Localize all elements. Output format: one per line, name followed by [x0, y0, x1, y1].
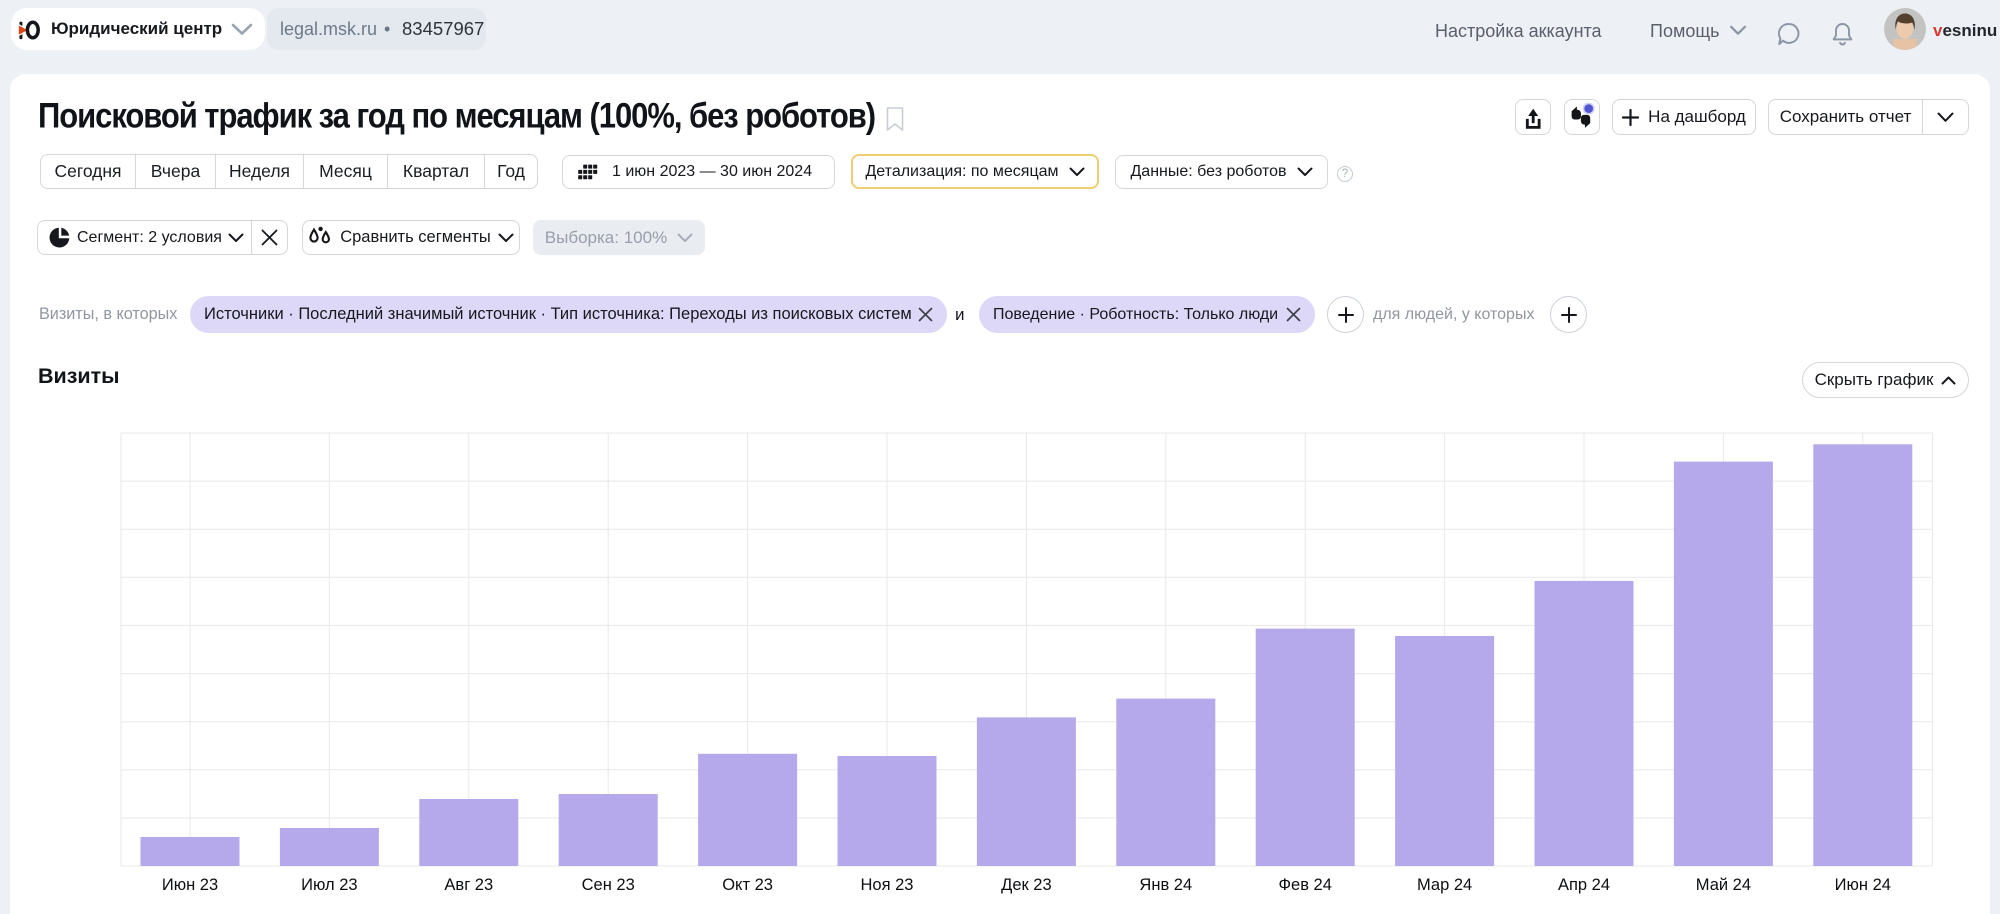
svg-text:Апр 24: Апр 24 [1558, 876, 1610, 894]
svg-text:Сен 23: Сен 23 [582, 876, 635, 894]
svg-text:Окт 23: Окт 23 [722, 876, 773, 894]
svg-text:Фев 24: Фев 24 [1278, 876, 1331, 894]
svg-text:Июн 23: Июн 23 [162, 876, 218, 894]
svg-text:Ноя 23: Ноя 23 [861, 876, 914, 894]
svg-text:Мар 24: Мар 24 [1417, 876, 1472, 894]
svg-text:Авг 23: Авг 23 [444, 876, 493, 894]
svg-text:Дек 23: Дек 23 [1001, 876, 1052, 894]
svg-text:Июл 23: Июл 23 [301, 876, 357, 894]
svg-text:Май 24: Май 24 [1696, 876, 1751, 894]
svg-text:Июн 24: Июн 24 [1835, 876, 1891, 894]
svg-text:Янв 24: Янв 24 [1139, 876, 1192, 894]
